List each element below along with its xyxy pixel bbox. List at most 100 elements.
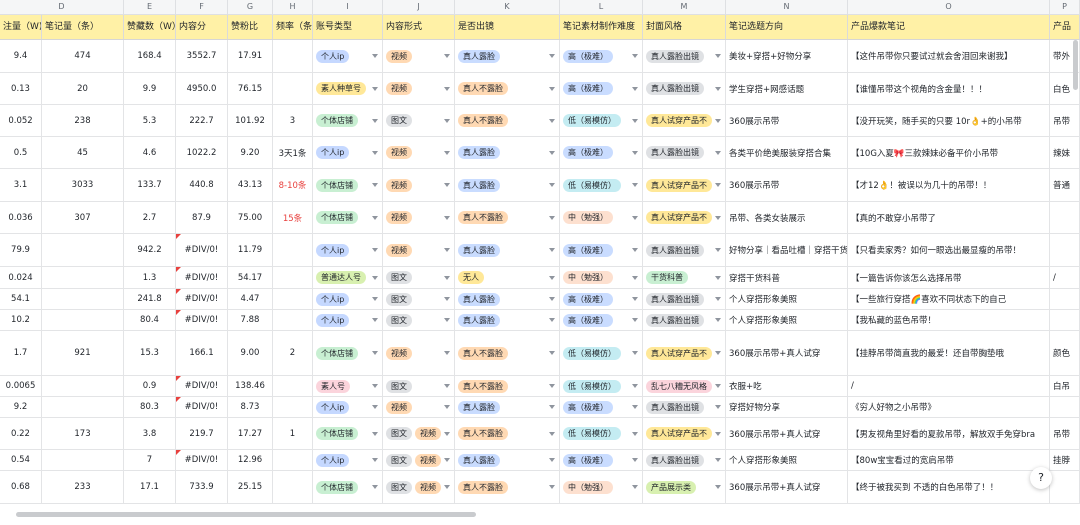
cell-k[interactable]: 图文 [383,310,455,330]
column-letter[interactable]: L [560,0,643,14]
cell-j[interactable]: 个人ip [313,310,383,330]
dropdown-arrow-icon[interactable] [632,275,638,280]
dropdown-arrow-icon[interactable] [632,384,638,388]
dropdown-arrow-icon[interactable] [372,54,378,58]
cell-g[interactable]: #DIV/0! [176,397,228,417]
cell-f[interactable]: 80.4 [124,310,176,330]
cell-l[interactable]: 真人露脸 [455,40,560,72]
dropdown-arrow-icon[interactable] [372,118,378,123]
cell-l[interactable]: 真人不露脸 [455,331,560,375]
dropdown-arrow-icon[interactable] [372,318,378,322]
cell-f[interactable]: 241.8 [124,289,176,309]
dropdown-arrow-icon[interactable] [632,248,638,252]
cell-n[interactable]: 真人露脸出镜 [643,397,726,417]
dropdown-arrow-icon[interactable] [549,384,555,388]
column-letter[interactable]: M [643,0,726,14]
cell-i[interactable] [273,310,313,330]
cell-d[interactable]: 0.54 [0,450,42,470]
cell-m[interactable]: 高（极难） [560,289,643,309]
dropdown-arrow-icon[interactable] [715,351,721,355]
dropdown-arrow-icon[interactable] [715,150,721,155]
cell-q[interactable]: 白吊 [1050,376,1080,396]
dropdown-arrow-icon[interactable] [444,318,450,322]
cell-p[interactable]: 【一些旅行穿搭🌈喜欢不同状态下的自己 [848,289,1050,309]
cell-j[interactable]: 个人ip [313,137,383,168]
cell-n[interactable]: 真人试穿产品不 [643,105,726,136]
cell-m[interactable]: 高（极难） [560,450,643,470]
dropdown-arrow-icon[interactable] [549,297,555,301]
cell-k[interactable]: 图文 [383,289,455,309]
dropdown-arrow-icon[interactable] [372,384,378,388]
cell-e[interactable] [42,289,124,309]
column-letter[interactable]: P [1050,0,1080,14]
cell-k[interactable]: 图文 视频 [383,471,455,503]
dropdown-arrow-icon[interactable] [372,275,378,280]
cell-k[interactable]: 视频 [383,73,455,104]
dropdown-arrow-icon[interactable] [549,458,555,462]
cell-l[interactable]: 真人不露脸 [455,418,560,449]
cell-h[interactable]: 17.27 [228,418,273,449]
cell-g[interactable]: #DIV/0! [176,310,228,330]
cell-h[interactable]: 8.73 [228,397,273,417]
cell-q[interactable] [1050,310,1080,330]
dropdown-arrow-icon[interactable] [715,86,721,91]
dropdown-arrow-icon[interactable] [715,318,721,322]
cell-l[interactable]: 真人露脸 [455,137,560,168]
dropdown-arrow-icon[interactable] [632,86,638,91]
cell-o[interactable]: 学生穿搭+网感话题 [726,73,848,104]
cell-f[interactable]: 133.7 [124,169,176,201]
dropdown-arrow-icon[interactable] [549,318,555,322]
cell-d[interactable]: 1.7 [0,331,42,375]
cell-k[interactable]: 图文 视频 [383,418,455,449]
dropdown-arrow-icon[interactable] [444,215,450,220]
cell-p[interactable]: 【这件吊带你只要试过就会舍泪回来谢我】 [848,40,1050,72]
cell-q[interactable] [1050,234,1080,266]
dropdown-arrow-icon[interactable] [444,54,450,58]
cell-q[interactable]: 普通 [1050,169,1080,201]
cell-l[interactable]: 真人不露脸 [455,376,560,396]
cell-m[interactable]: 中（勉强） [560,471,643,503]
cell-d[interactable]: 0.22 [0,418,42,449]
cell-n[interactable]: 真人试穿产品不 [643,169,726,201]
cell-i[interactable] [273,397,313,417]
column-letter[interactable]: D [0,0,124,14]
dropdown-arrow-icon[interactable] [549,150,555,155]
cell-g[interactable]: 166.1 [176,331,228,375]
cell-i[interactable] [273,471,313,503]
cell-f[interactable]: 942.2 [124,234,176,266]
dropdown-arrow-icon[interactable] [715,248,721,252]
cell-e[interactable]: 921 [42,331,124,375]
cell-o[interactable]: 个人穿搭形象美照 [726,450,848,470]
cell-j[interactable]: 个人ip [313,234,383,266]
cell-m[interactable]: 高（极难） [560,397,643,417]
cell-m[interactable]: 高（极难） [560,310,643,330]
cell-o[interactable]: 360展示吊带+真人试穿 [726,418,848,449]
dropdown-arrow-icon[interactable] [715,54,721,58]
cell-i[interactable] [273,376,313,396]
cell-e[interactable]: 20 [42,73,124,104]
cell-m[interactable]: 高（极难） [560,40,643,72]
cell-h[interactable]: 138.46 [228,376,273,396]
horizontal-scrollbar[interactable] [16,512,476,517]
cell-m[interactable]: 低（易模仿） [560,418,643,449]
cell-i[interactable]: 3 [273,105,313,136]
cell-k[interactable]: 图文 视频 [383,450,455,470]
cell-l[interactable]: 真人不露脸 [455,105,560,136]
cell-j[interactable]: 个体店铺 [313,331,383,375]
dropdown-arrow-icon[interactable] [632,54,638,58]
cell-p[interactable]: 【只看卖家秀？如何一眼选出最显瘦的吊带！ [848,234,1050,266]
cell-m[interactable]: 中（勉强） [560,202,643,233]
dropdown-arrow-icon[interactable] [372,183,378,187]
dropdown-arrow-icon[interactable] [632,150,638,155]
dropdown-arrow-icon[interactable] [372,431,378,436]
cell-i[interactable]: 15条 [273,202,313,233]
dropdown-arrow-icon[interactable] [549,431,555,436]
cell-f[interactable]: 0.9 [124,376,176,396]
cell-o[interactable]: 360展示吊带 [726,105,848,136]
cell-h[interactable]: 12.96 [228,450,273,470]
dropdown-arrow-icon[interactable] [372,215,378,220]
cell-j[interactable]: 个体店铺 [313,105,383,136]
cell-p[interactable]: 【真的不敢穿小吊带了 [848,202,1050,233]
cell-g[interactable]: 222.7 [176,105,228,136]
cell-o[interactable]: 360展示吊带+真人试穿 [726,471,848,503]
